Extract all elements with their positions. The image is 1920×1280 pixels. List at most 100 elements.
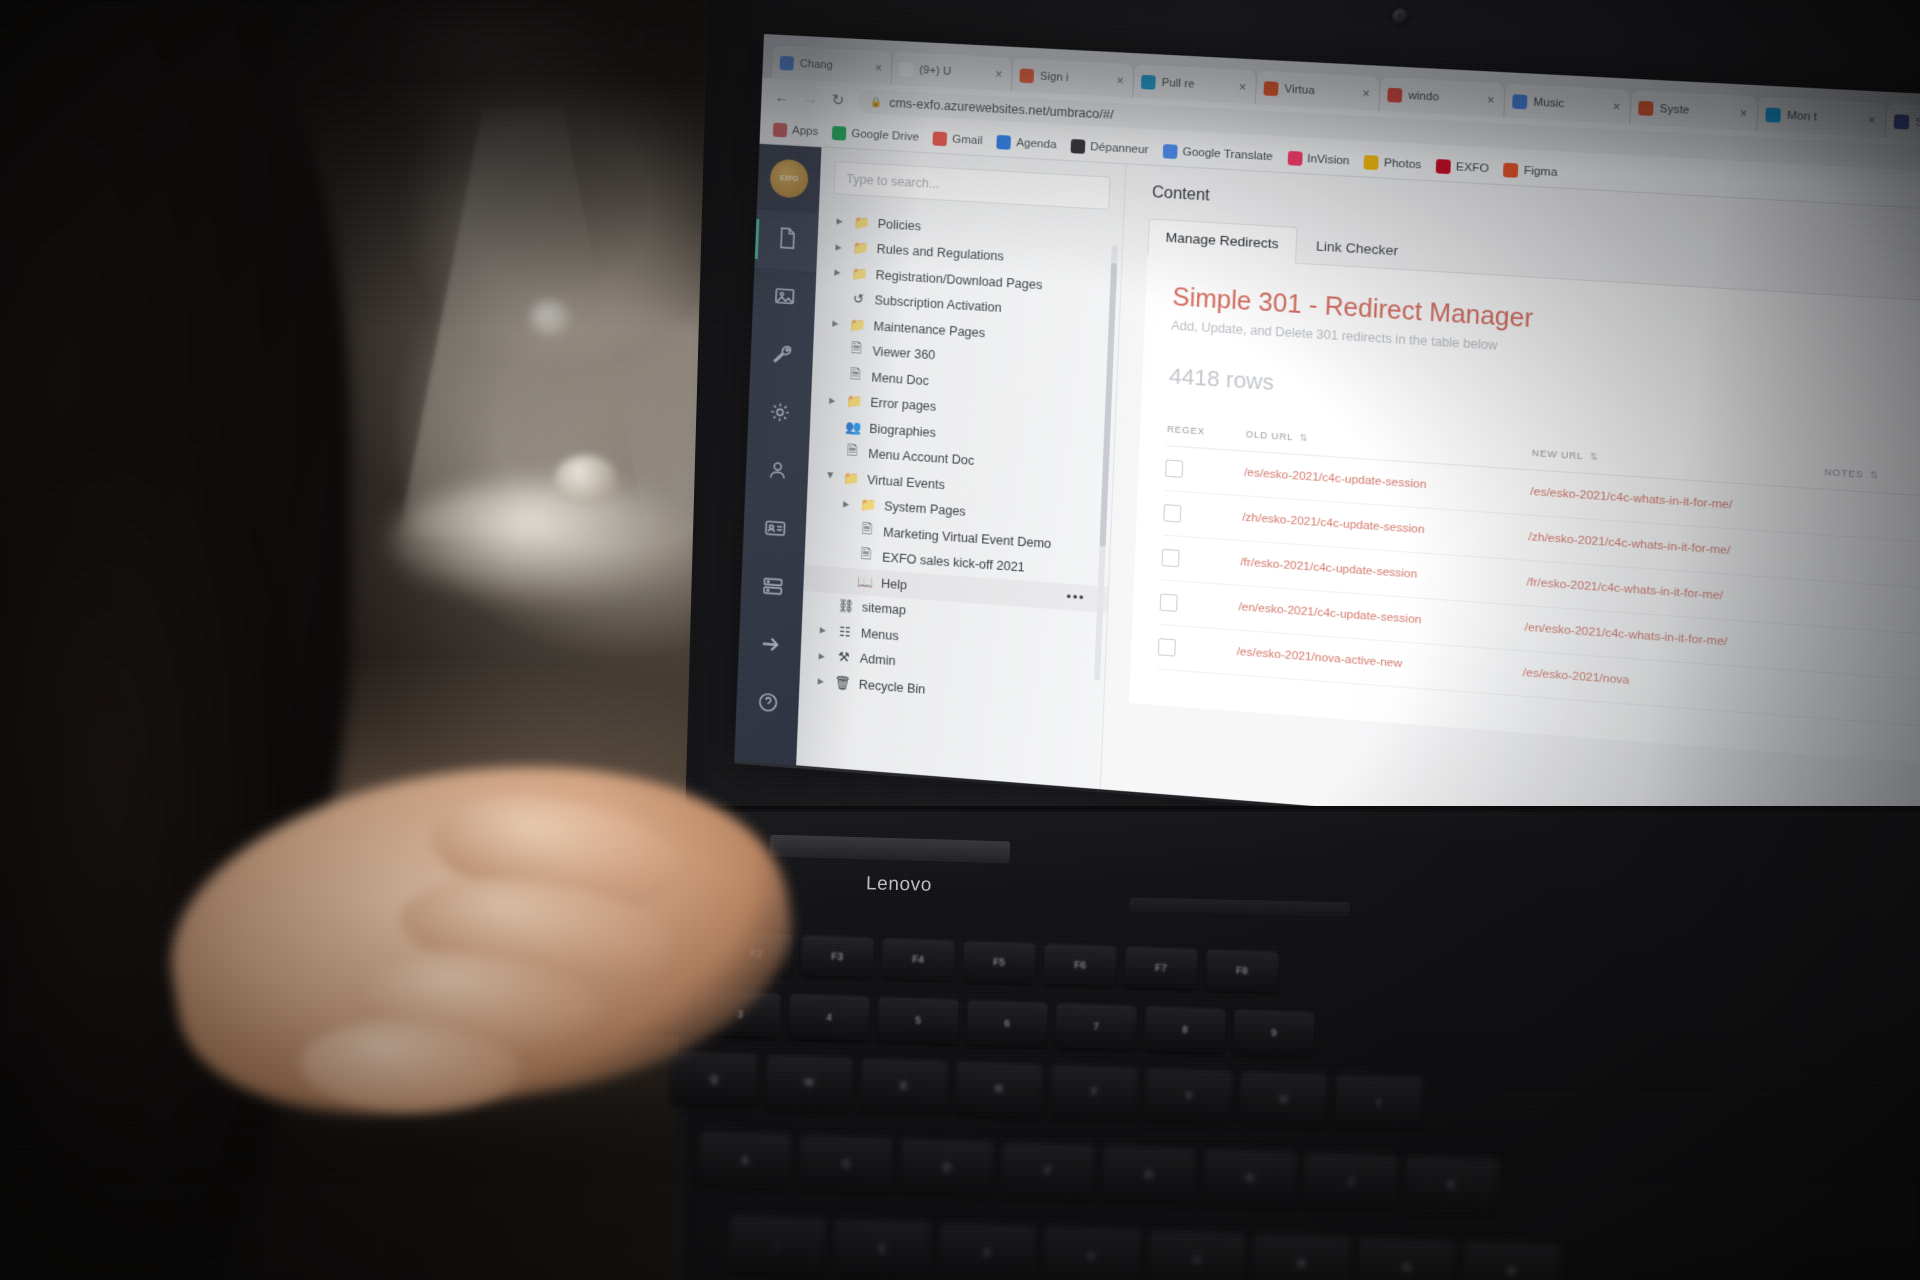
sidebar-item-content[interactable] — [754, 209, 819, 272]
regex-checkbox[interactable] — [1165, 459, 1184, 478]
regex-checkbox[interactable] — [1163, 504, 1182, 523]
keyboard-key[interactable]: 4 — [788, 994, 870, 1041]
keyboard-key[interactable]: N — [1357, 1237, 1456, 1280]
bookmark-item[interactable]: Agenda — [996, 134, 1057, 151]
keyboard-key[interactable]: J — [1303, 1153, 1398, 1211]
sidebar-item-users[interactable] — [745, 442, 809, 504]
keyboard-key[interactable]: 8 — [1144, 1006, 1226, 1054]
close-icon[interactable]: × — [1740, 106, 1750, 121]
close-icon[interactable]: × — [995, 67, 1005, 82]
regex-checkbox[interactable] — [1159, 593, 1178, 612]
keyboard-key[interactable]: Z — [832, 1219, 931, 1279]
chevron-right-icon[interactable]: ▶ — [836, 217, 845, 227]
bookmark-item[interactable]: EXFO — [1435, 158, 1489, 175]
keyboard-key[interactable]: F4 — [881, 938, 955, 981]
keyboard-key[interactable]: F3 — [800, 935, 874, 979]
bookmark-item[interactable]: Google Translate — [1162, 143, 1274, 164]
keyboard-key[interactable]: T — [1049, 1065, 1138, 1121]
forward-icon[interactable]: → — [801, 90, 819, 108]
bookmark-item[interactable]: Apps — [772, 122, 819, 138]
sidebar-item-media[interactable] — [752, 268, 816, 330]
close-icon[interactable]: × — [1239, 79, 1249, 94]
browser-tab[interactable]: Music × — [1504, 83, 1632, 125]
chevron-down-icon[interactable]: ▶ — [826, 472, 835, 482]
keyboard-key[interactable]: F6 — [1043, 944, 1117, 987]
keyboard-key[interactable]: U — [1239, 1071, 1328, 1127]
keyboard-key[interactable]: A — [698, 1132, 792, 1190]
back-icon[interactable]: ← — [773, 88, 791, 106]
chevron-right-icon[interactable]: ▶ — [834, 268, 843, 278]
keyboard-key[interactable]: ↑ — [728, 1216, 826, 1276]
browser-tab[interactable]: Pull re × — [1133, 64, 1258, 105]
keyboard-key[interactable]: 7 — [1055, 1003, 1137, 1051]
chevron-right-icon[interactable]: ▶ — [818, 651, 827, 661]
keyboard-key[interactable]: R — [955, 1061, 1043, 1117]
tab-link-checker[interactable]: Link Checker — [1298, 227, 1417, 270]
browser-tab[interactable]: Syste × — [1630, 90, 1759, 131]
keyboard-key[interactable]: S — [799, 1135, 893, 1193]
close-icon[interactable]: × — [1613, 99, 1623, 114]
sort-icon[interactable]: ⇅ — [1870, 470, 1879, 481]
sidebar-item-packages[interactable] — [747, 384, 811, 446]
sort-icon[interactable]: ⇅ — [1590, 451, 1599, 462]
keyboard-key[interactable]: 5 — [877, 997, 959, 1045]
tree-node-options-icon[interactable]: ••• — [1066, 589, 1085, 606]
bookmark-item[interactable]: Google Drive — [832, 125, 919, 144]
close-icon[interactable]: × — [1116, 73, 1126, 88]
keyboard-key[interactable]: E — [860, 1058, 948, 1114]
bookmark-item[interactable]: Gmail — [932, 130, 983, 148]
keyboard-key[interactable]: F — [1000, 1142, 1095, 1200]
regex-checkbox[interactable] — [1161, 548, 1180, 568]
browser-tab[interactable]: Mon t × — [1757, 96, 1888, 138]
tab-label: Virtua — [1284, 82, 1315, 97]
sort-icon[interactable]: ⇅ — [1299, 433, 1308, 444]
chevron-right-icon[interactable]: ▶ — [820, 626, 829, 636]
chevron-right-icon[interactable]: ▶ — [835, 242, 844, 252]
browser-tab[interactable]: windo × — [1379, 77, 1506, 118]
keyboard-key[interactable]: W — [765, 1055, 853, 1111]
keyboard-key[interactable]: I — [1334, 1075, 1423, 1131]
keyboard-key[interactable]: F5 — [962, 941, 1036, 984]
close-icon[interactable]: × — [1868, 112, 1878, 127]
bookmark-item[interactable]: InVision — [1287, 150, 1350, 168]
reload-icon[interactable]: ↻ — [829, 91, 847, 110]
close-icon[interactable]: × — [875, 60, 885, 75]
browser-tab[interactable]: Chang × — [772, 45, 893, 85]
keyboard-key[interactable]: V — [1147, 1230, 1246, 1280]
image-icon — [772, 284, 796, 313]
keyboard-key[interactable]: B — [1252, 1234, 1351, 1280]
browser-tab[interactable]: (9+) U × — [891, 51, 1014, 92]
bookmark-item[interactable]: Dépanneur — [1070, 138, 1149, 156]
regex-checkbox[interactable] — [1157, 638, 1176, 657]
keyboard-key[interactable]: C — [1042, 1226, 1141, 1280]
keyboard-key[interactable]: 9 — [1233, 1009, 1315, 1057]
tab-label: Pull re — [1161, 76, 1195, 91]
sidebar-item-help[interactable] — [735, 673, 799, 736]
browser-tab[interactable]: Virtua × — [1255, 70, 1381, 111]
chevron-right-icon[interactable]: ▶ — [817, 677, 826, 687]
keyboard-key[interactable]: H — [1202, 1149, 1297, 1207]
keyboard-key[interactable]: M — [1462, 1241, 1561, 1280]
sidebar-item-settings[interactable] — [750, 326, 814, 388]
chevron-right-icon[interactable]: ▶ — [829, 396, 838, 406]
sidebar-item-forms[interactable] — [740, 558, 804, 620]
keyboard-key[interactable]: F7 — [1124, 946, 1198, 990]
keyboard-key[interactable]: X — [937, 1223, 1036, 1280]
keyboard-key[interactable]: D — [899, 1139, 994, 1197]
close-icon[interactable]: × — [1487, 92, 1497, 107]
keyboard-key[interactable]: K — [1404, 1156, 1499, 1214]
sidebar-item-members[interactable] — [743, 500, 807, 562]
keyboard-key[interactable]: G — [1101, 1146, 1196, 1204]
umbraco-logo[interactable]: EXFO — [769, 158, 809, 199]
keyboard-key[interactable]: 6 — [966, 1000, 1048, 1048]
close-icon[interactable]: × — [1362, 86, 1372, 101]
bookmark-item[interactable]: Figma — [1503, 162, 1558, 179]
keyboard-key[interactable]: Y — [1144, 1068, 1233, 1124]
bookmark-item[interactable]: Photos — [1363, 154, 1422, 172]
chevron-right-icon[interactable]: ▶ — [832, 319, 841, 329]
chevron-right-icon[interactable]: ▶ — [843, 499, 852, 509]
sidebar-item-translation[interactable] — [738, 616, 802, 679]
keyboard-key[interactable]: F8 — [1205, 949, 1279, 993]
browser-tab[interactable]: Sign i × — [1011, 57, 1135, 98]
keyboard-key[interactable]: Q — [670, 1052, 758, 1107]
